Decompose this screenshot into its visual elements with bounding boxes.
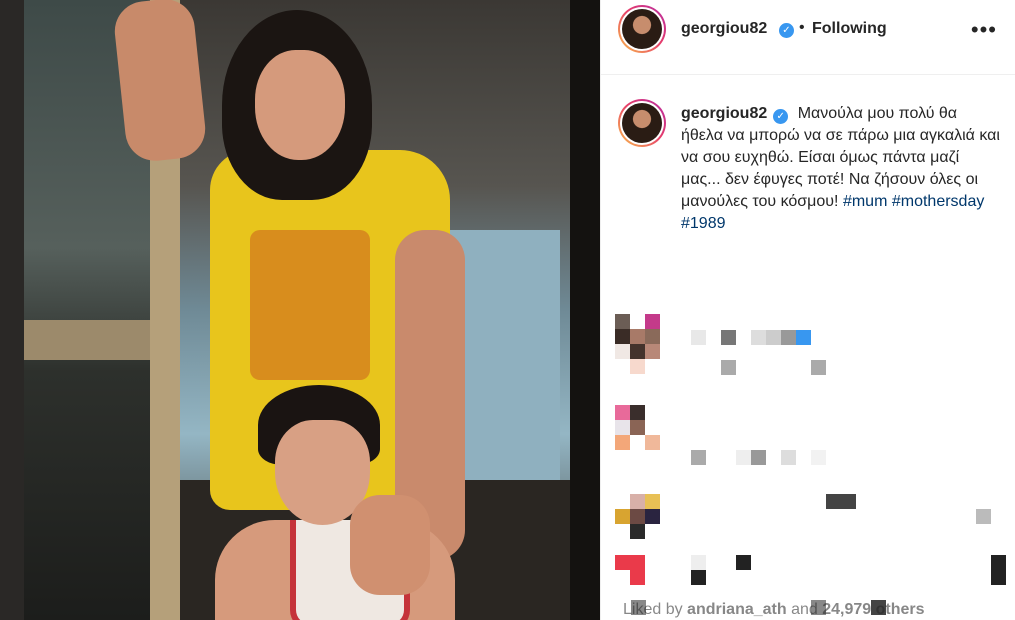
- author-avatar[interactable]: [618, 5, 666, 53]
- hashtag-link[interactable]: #1989: [681, 215, 726, 232]
- verified-badge-icon: ✓: [773, 109, 789, 124]
- photo-woman-arm: [111, 0, 209, 164]
- post-header: georgiou82 ✓ • Following •••: [601, 0, 1015, 75]
- liked-by-count[interactable]: 24,979 others: [822, 601, 924, 618]
- photo-window-rail: [24, 320, 164, 360]
- pixelated-avatar: [615, 314, 661, 374]
- caption-username[interactable]: georgiou82: [681, 105, 767, 122]
- pixelated-comment: [691, 450, 826, 465]
- verified-badge-icon: ✓: [779, 23, 794, 38]
- likes-summary[interactable]: Liked by andriana_ath and 24,979 others: [623, 601, 925, 619]
- shirt-print: [250, 230, 370, 380]
- author-username[interactable]: georgiou82: [681, 20, 767, 38]
- pixelated-avatar: [615, 555, 645, 585]
- photo-edge: [570, 0, 600, 620]
- photo-woman-hand: [350, 495, 430, 595]
- post-details-panel: georgiou82 ✓ • Following ••• georgiou82 ✓…: [600, 0, 1015, 620]
- liked-by-user[interactable]: andriana_ath: [687, 601, 787, 618]
- pixelated-like-icon: [991, 555, 1006, 585]
- pixelated-avatar: [615, 405, 661, 450]
- pixelated-like-icon: [976, 509, 991, 524]
- caption-text: georgiou82 ✓ Μανούλα μου πολύ θα ήθελα να…: [681, 103, 1001, 235]
- pixelated-comment: [691, 330, 811, 345]
- pixelated-comment: [826, 494, 856, 509]
- pixelated-avatar: [615, 494, 661, 539]
- liked-by-label: Liked by: [623, 601, 683, 618]
- liked-and-label: and: [791, 601, 818, 618]
- post-photo[interactable]: [0, 0, 600, 620]
- hashtag-link[interactable]: #mothersday: [892, 193, 985, 210]
- photo-frame: [0, 0, 24, 620]
- avatar-image: [622, 9, 662, 49]
- separator-dot: •: [799, 19, 805, 36]
- following-button[interactable]: Following: [812, 20, 887, 38]
- hashtag-link[interactable]: #mum: [843, 193, 887, 210]
- pixelated-comment-meta: [721, 360, 827, 375]
- caption-avatar[interactable]: [618, 99, 666, 147]
- more-options-icon[interactable]: •••: [971, 17, 997, 43]
- photo-woman-face: [255, 50, 345, 160]
- caption-block: georgiou82 ✓ Μανούλα μου πολύ θα ήθελα να…: [601, 75, 1015, 365]
- pixelated-comment: [691, 555, 751, 585]
- avatar-image: [622, 103, 662, 143]
